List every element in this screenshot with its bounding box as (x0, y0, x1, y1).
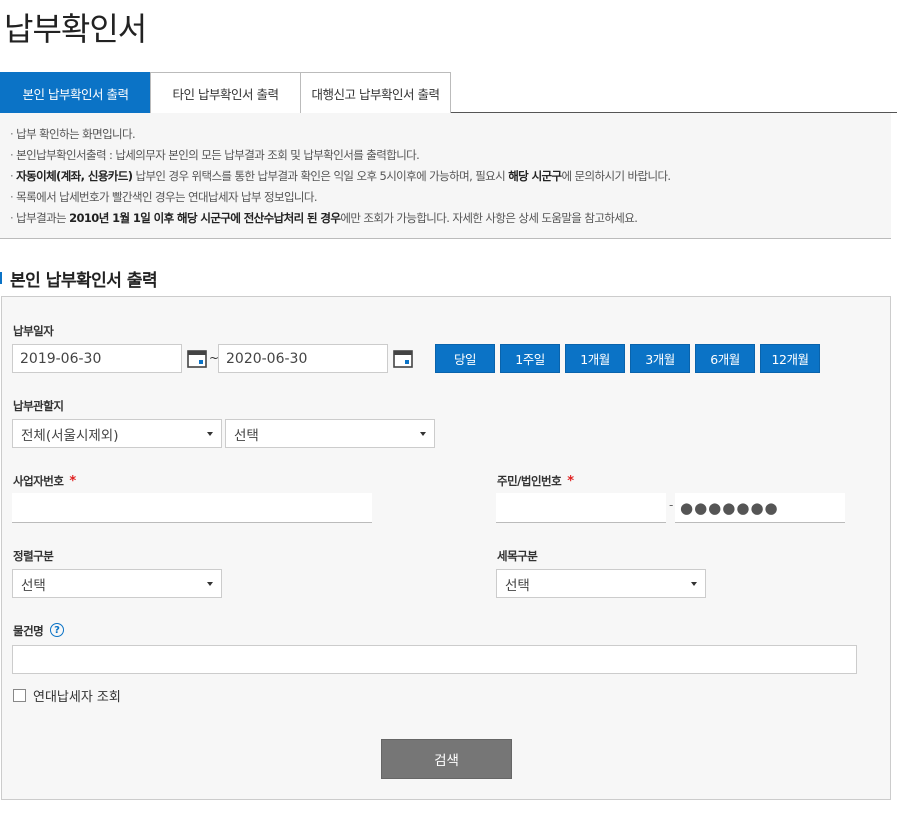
end-calendar-icon[interactable] (393, 349, 413, 368)
required-mark: * (567, 474, 574, 489)
resident-number-front-input[interactable] (496, 493, 666, 523)
item-name-label: 물건명 (13, 624, 44, 638)
tab-other-certificate[interactable]: 타인 납부확인서 출력 (150, 72, 301, 113)
notice-line-5: 납부결과는 2010년 1월 1일 이후 해당 시군구에 전산수납처리 된 경우… (10, 208, 891, 229)
section-marker (0, 272, 2, 284)
chevron-down-icon (207, 582, 213, 586)
section-title: 본인 납부확인서 출력 (0, 267, 158, 291)
item-name-input[interactable] (12, 645, 857, 674)
notice-line-1: 납부 확인하는 화면입니다. (10, 124, 891, 145)
joint-taxpayer-label[interactable]: 연대납세자 조회 (33, 686, 121, 705)
region-select[interactable]: 전체(서울시제외) (12, 419, 222, 448)
tab-bar: 본인 납부확인서 출력 타인 납부확인서 출력 대행신고 납부확인서 출력 (0, 72, 897, 113)
period-6month-button[interactable]: 6개월 (695, 344, 755, 373)
tab-self-certificate[interactable]: 본인 납부확인서 출력 (0, 72, 151, 113)
start-calendar-icon[interactable] (187, 349, 207, 368)
resident-number-masked: ●●●●●●● (680, 499, 779, 517)
chevron-down-icon (691, 582, 697, 586)
business-number-input[interactable] (12, 493, 372, 523)
chevron-down-icon (420, 432, 426, 436)
period-3month-button[interactable]: 3개월 (630, 344, 690, 373)
help-icon[interactable]: ? (50, 623, 64, 637)
payment-date-label: 납부일자 (13, 324, 54, 338)
search-button[interactable]: 검색 (381, 739, 512, 779)
period-1month-button[interactable]: 1개월 (565, 344, 625, 373)
notice-box: 납부 확인하는 화면입니다. 본인납부확인서출력 : 납세의무자 본인의 모든 … (0, 113, 891, 239)
sort-select[interactable]: 선택 (12, 569, 222, 598)
resident-number-label: 주민/법인번호 * (497, 474, 574, 489)
jurisdiction-label: 납부관할지 (13, 399, 64, 413)
notice-line-2: 본인납부확인서출력 : 납세의무자 본인의 모든 납부결과 조회 및 납부확인서… (10, 145, 891, 166)
resident-number-dash: - (669, 498, 674, 512)
start-date-input[interactable]: 2019-06-30 (12, 344, 182, 373)
tax-item-select[interactable]: 선택 (496, 569, 706, 598)
page-title: 납부확인서 (4, 10, 147, 48)
required-mark: * (69, 474, 76, 489)
joint-taxpayer-checkbox[interactable] (13, 689, 26, 702)
business-number-label: 사업자번호 * (13, 474, 76, 489)
sort-label: 정렬구분 (13, 549, 54, 563)
tab-agent-certificate[interactable]: 대행신고 납부확인서 출력 (300, 72, 451, 113)
period-12month-button[interactable]: 12개월 (760, 344, 820, 373)
chevron-down-icon (207, 432, 213, 436)
notice-line-4: 목록에서 납세번호가 빨간색인 경우는 연대납세자 납부 정보입니다. (10, 187, 891, 208)
period-today-button[interactable]: 당일 (435, 344, 495, 373)
search-form: 납부일자 2019-06-30 ~ 2020-06-30 당일 1주일 1개월 … (1, 296, 891, 800)
notice-line-3: 자동이체(계좌, 신용카드) 납부인 경우 위택스를 통한 납부결과 확인은 익… (10, 166, 891, 187)
end-date-input[interactable]: 2020-06-30 (218, 344, 388, 373)
tax-item-label: 세목구분 (497, 549, 538, 563)
district-select[interactable]: 선택 (225, 419, 435, 448)
period-1week-button[interactable]: 1주일 (500, 344, 560, 373)
